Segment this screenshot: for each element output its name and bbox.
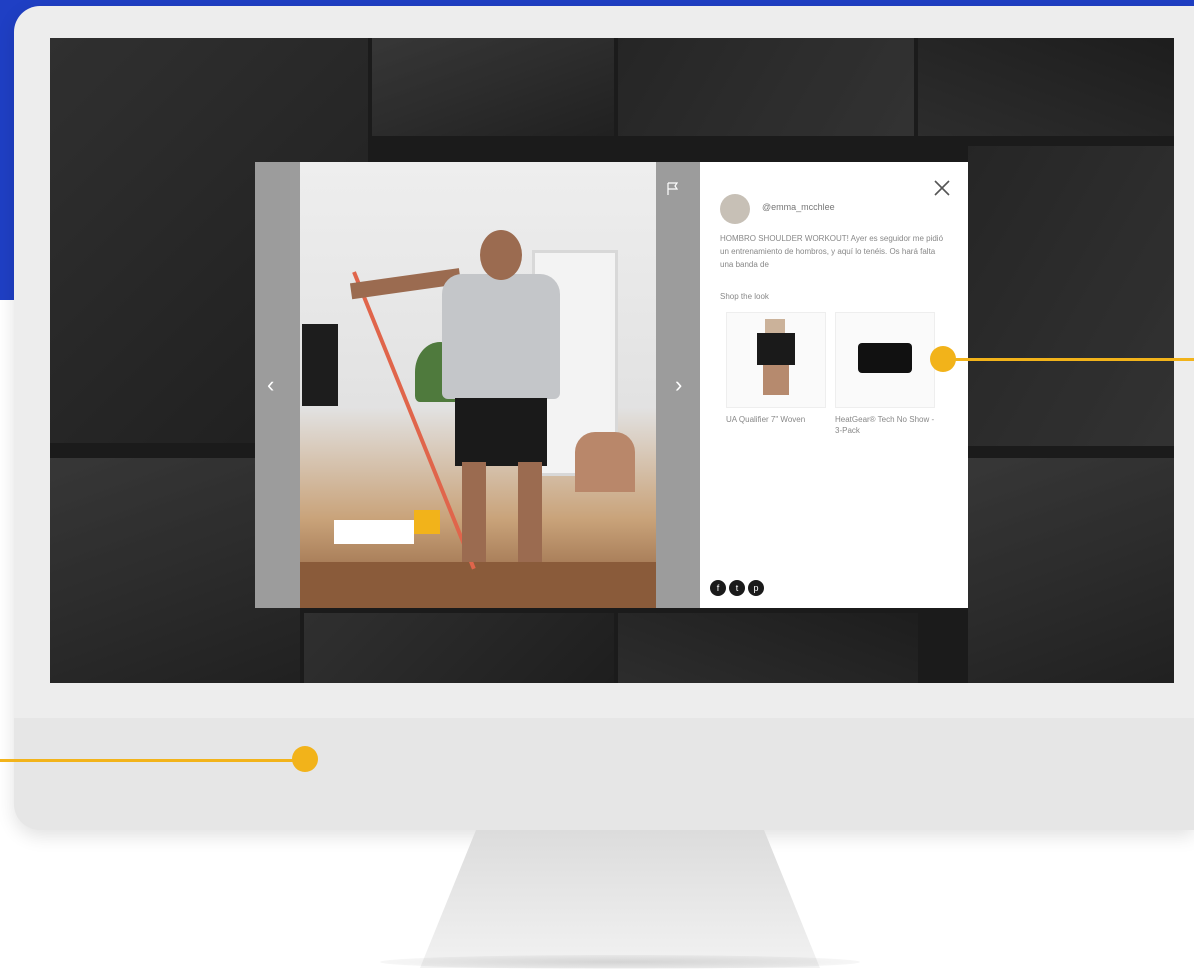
monitor-stand [420, 830, 820, 968]
callout-line [0, 759, 304, 762]
callout-line [948, 358, 1194, 361]
facebook-icon[interactable]: f [710, 580, 726, 596]
tv [302, 324, 338, 406]
social-share: f t p [710, 580, 764, 596]
next-arrow-icon[interactable]: › [675, 372, 682, 398]
product-image [757, 333, 795, 365]
image-overlay-accent [414, 510, 440, 534]
post-image [300, 162, 656, 608]
person-leg [518, 462, 542, 562]
product-card[interactable] [835, 312, 935, 408]
callout-dot [292, 746, 318, 772]
twitter-icon[interactable]: t [729, 580, 745, 596]
chair [575, 432, 635, 492]
post-modal: ‹ › @emma_mcchlee HOMBRO SHOULDER WORKOU… [255, 162, 968, 608]
media-panel: ‹ › [255, 162, 700, 608]
product-image [765, 319, 785, 333]
person-shirt [442, 274, 560, 399]
post-caption: HOMBRO SHOULDER WORKOUT! Ayer es seguido… [720, 234, 944, 269]
stand-shadow [380, 955, 860, 969]
shop-the-look-heading: Shop the look [720, 292, 769, 301]
callout-dot [930, 346, 956, 372]
previous-arrow-icon[interactable]: ‹ [267, 372, 274, 398]
post-details-panel: @emma_mcchlee HOMBRO SHOULDER WORKOUT! A… [700, 162, 968, 608]
product-image [858, 343, 912, 373]
yoga-mat [300, 562, 656, 608]
image-overlay-bar [334, 520, 414, 544]
person-shorts [455, 398, 547, 466]
pinterest-icon[interactable]: p [748, 580, 764, 596]
person-head [480, 230, 522, 280]
product-name[interactable]: UA Qualifier 7" Woven [726, 414, 826, 425]
avatar[interactable] [720, 194, 750, 224]
flag-icon[interactable] [667, 182, 679, 196]
product-card[interactable] [726, 312, 826, 408]
product-image [763, 365, 789, 395]
monitor-chin [14, 718, 1194, 830]
close-icon[interactable] [932, 178, 952, 198]
product-name[interactable]: HeatGear® Tech No Show - 3-Pack [835, 414, 935, 436]
person-leg [462, 462, 486, 562]
username[interactable]: @emma_mcchlee [762, 202, 835, 212]
